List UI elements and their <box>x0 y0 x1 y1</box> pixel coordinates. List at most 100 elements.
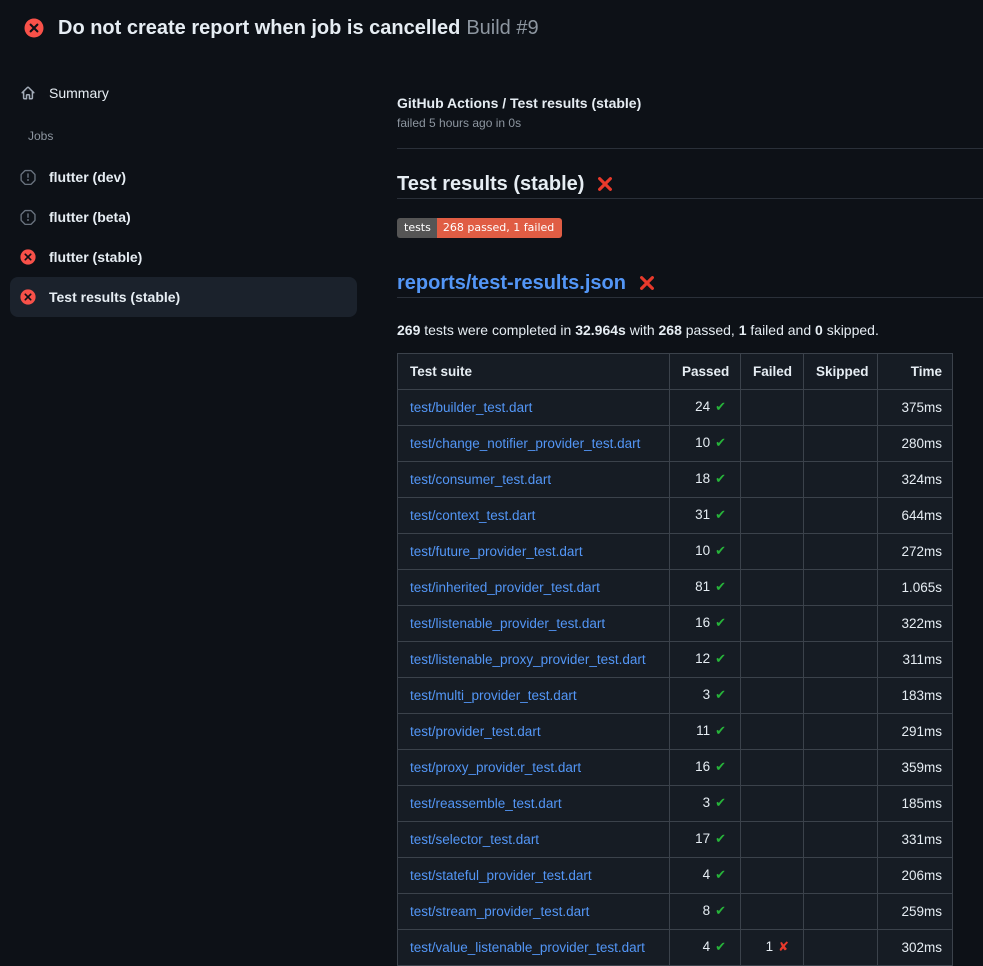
table-row: test/provider_test.dart 11✔ ✘ 291ms <box>398 714 953 750</box>
build-number: Build #9 <box>466 17 538 39</box>
table-row: test/stream_provider_test.dart 8✔ ✘ 259m… <box>398 894 953 930</box>
test-suite-link[interactable]: test/provider_test.dart <box>410 724 541 739</box>
passed-value: 31 <box>695 507 710 522</box>
passed-value: 16 <box>695 759 710 774</box>
table-row: test/value_listenable_provider_test.dart… <box>398 930 953 966</box>
report-title: reports/test-results.json <box>397 269 983 298</box>
summary-line: 269 tests were completed in 32.964s with… <box>397 320 983 340</box>
page-title: Do not create report when job is cancell… <box>58 17 460 39</box>
failed-count: 1 <box>739 322 747 338</box>
main-content: GitHub Actions / Test results (stable) f… <box>371 56 983 966</box>
table-row: test/listenable_provider_test.dart 16✔ ✘… <box>398 606 953 642</box>
cancelled-icon <box>20 169 36 185</box>
table-header-row: Test suite Passed Failed Skipped Time <box>398 354 953 390</box>
time-value: 331ms <box>901 832 942 847</box>
check-icon: ✔ <box>715 688 726 703</box>
section-title-text: Test results (stable) <box>397 170 584 198</box>
time-value: 259ms <box>901 904 942 919</box>
cross-mark-icon <box>596 175 614 193</box>
sidebar-job-label: flutter (beta) <box>49 209 131 225</box>
time-value: 302ms <box>901 940 942 955</box>
passed-value: 18 <box>695 471 710 486</box>
test-suite-link[interactable]: test/inherited_provider_test.dart <box>410 580 600 595</box>
table-row: test/selector_test.dart 17✔ ✘ 331ms <box>398 822 953 858</box>
check-icon: ✔ <box>715 940 726 955</box>
test-suite-link[interactable]: test/reassemble_test.dart <box>410 796 562 811</box>
duration: 32.964s <box>575 322 626 338</box>
test-suite-link[interactable]: test/stateful_provider_test.dart <box>410 868 592 883</box>
test-suite-link[interactable]: test/builder_test.dart <box>410 400 532 415</box>
failed-value: 1 <box>766 939 774 954</box>
badge-label: tests <box>397 218 437 238</box>
check-icon: ✔ <box>715 580 726 595</box>
sidebar-job-item[interactable]: flutter (stable) <box>10 237 357 277</box>
badge-value: 268 passed, 1 failed <box>437 218 562 238</box>
test-suite-link[interactable]: test/listenable_provider_test.dart <box>410 616 605 631</box>
passed-value: 11 <box>696 723 710 738</box>
test-suite-link[interactable]: test/value_listenable_provider_test.dart <box>410 940 645 955</box>
sidebar-job-item[interactable]: flutter (beta) <box>10 197 357 237</box>
table-row: test/change_notifier_provider_test.dart … <box>398 426 953 462</box>
sidebar-job-item[interactable]: flutter (dev) <box>10 157 357 197</box>
table-row: test/inherited_provider_test.dart 81✔ ✘ … <box>398 570 953 606</box>
divider <box>397 148 983 149</box>
breadcrumb: GitHub Actions / Test results (stable) <box>397 93 983 113</box>
table-row: test/reassemble_test.dart 3✔ ✘ 185ms <box>398 786 953 822</box>
passed-value: 8 <box>703 903 711 918</box>
report-file-link[interactable]: reports/test-results.json <box>397 269 626 297</box>
test-suite-link[interactable]: test/selector_test.dart <box>410 832 539 847</box>
check-icon: ✔ <box>715 724 726 739</box>
test-suite-link[interactable]: test/change_notifier_provider_test.dart <box>410 436 640 451</box>
passed-value: 12 <box>695 651 710 666</box>
check-icon: ✔ <box>715 436 726 451</box>
table-row: test/multi_provider_test.dart 3✔ ✘ 183ms <box>398 678 953 714</box>
test-suite-link[interactable]: test/multi_provider_test.dart <box>410 688 577 703</box>
test-results-table: Test suite Passed Failed Skipped Time te… <box>397 353 953 966</box>
page-header: Do not create report when job is cancell… <box>0 0 983 56</box>
check-icon: ✔ <box>715 616 726 631</box>
passed-value: 16 <box>695 615 710 630</box>
cross-icon: ✘ <box>778 940 789 955</box>
time-value: 644ms <box>901 508 942 523</box>
time-value: 272ms <box>901 544 942 559</box>
test-suite-link[interactable]: test/consumer_test.dart <box>410 472 551 487</box>
passed-value: 3 <box>703 795 711 810</box>
skipped-count: 0 <box>815 322 823 338</box>
check-icon: ✔ <box>715 652 726 667</box>
tests-badge: tests 268 passed, 1 failed <box>397 218 562 238</box>
test-suite-link[interactable]: test/stream_provider_test.dart <box>410 904 589 919</box>
home-icon <box>20 85 36 101</box>
check-icon: ✔ <box>715 544 726 559</box>
col-time: Time <box>878 354 953 390</box>
section-title: Test results (stable) <box>397 170 983 199</box>
sidebar-job-item[interactable]: Test results (stable) <box>10 277 357 317</box>
test-table-body: test/builder_test.dart 24✔ ✘ 375ms test/… <box>398 390 953 966</box>
sidebar-job-label: flutter (dev) <box>49 169 126 185</box>
time-value: 206ms <box>901 868 942 883</box>
time-value: 311ms <box>902 652 942 667</box>
jobs-list: flutter (dev) flutter (beta) <box>10 157 357 317</box>
table-row: test/future_provider_test.dart 10✔ ✘ 272… <box>398 534 953 570</box>
time-value: 185ms <box>901 796 942 811</box>
test-suite-link[interactable]: test/listenable_proxy_provider_test.dart <box>410 652 646 667</box>
passed-value: 10 <box>695 435 710 450</box>
sidebar-job-label: Test results (stable) <box>49 289 180 305</box>
sidebar-item-summary[interactable]: Summary <box>10 73 357 113</box>
sidebar-job-label: flutter (stable) <box>49 249 142 265</box>
passed-value: 4 <box>703 939 711 954</box>
test-suite-link[interactable]: test/future_provider_test.dart <box>410 544 583 559</box>
time-value: 322ms <box>901 616 942 631</box>
check-icon: ✔ <box>715 760 726 775</box>
time-value: 359ms <box>901 760 942 775</box>
check-icon: ✔ <box>715 472 726 487</box>
test-suite-link[interactable]: test/proxy_provider_test.dart <box>410 760 581 775</box>
x-circle-icon <box>24 18 44 38</box>
table-row: test/proxy_provider_test.dart 16✔ ✘ 359m… <box>398 750 953 786</box>
cross-mark-icon <box>638 274 656 292</box>
col-failed: Failed <box>741 354 804 390</box>
x-circle-icon <box>20 249 36 265</box>
col-skipped: Skipped <box>804 354 878 390</box>
x-circle-icon <box>20 289 36 305</box>
sidebar-summary-label: Summary <box>49 85 109 101</box>
test-suite-link[interactable]: test/context_test.dart <box>410 508 535 523</box>
